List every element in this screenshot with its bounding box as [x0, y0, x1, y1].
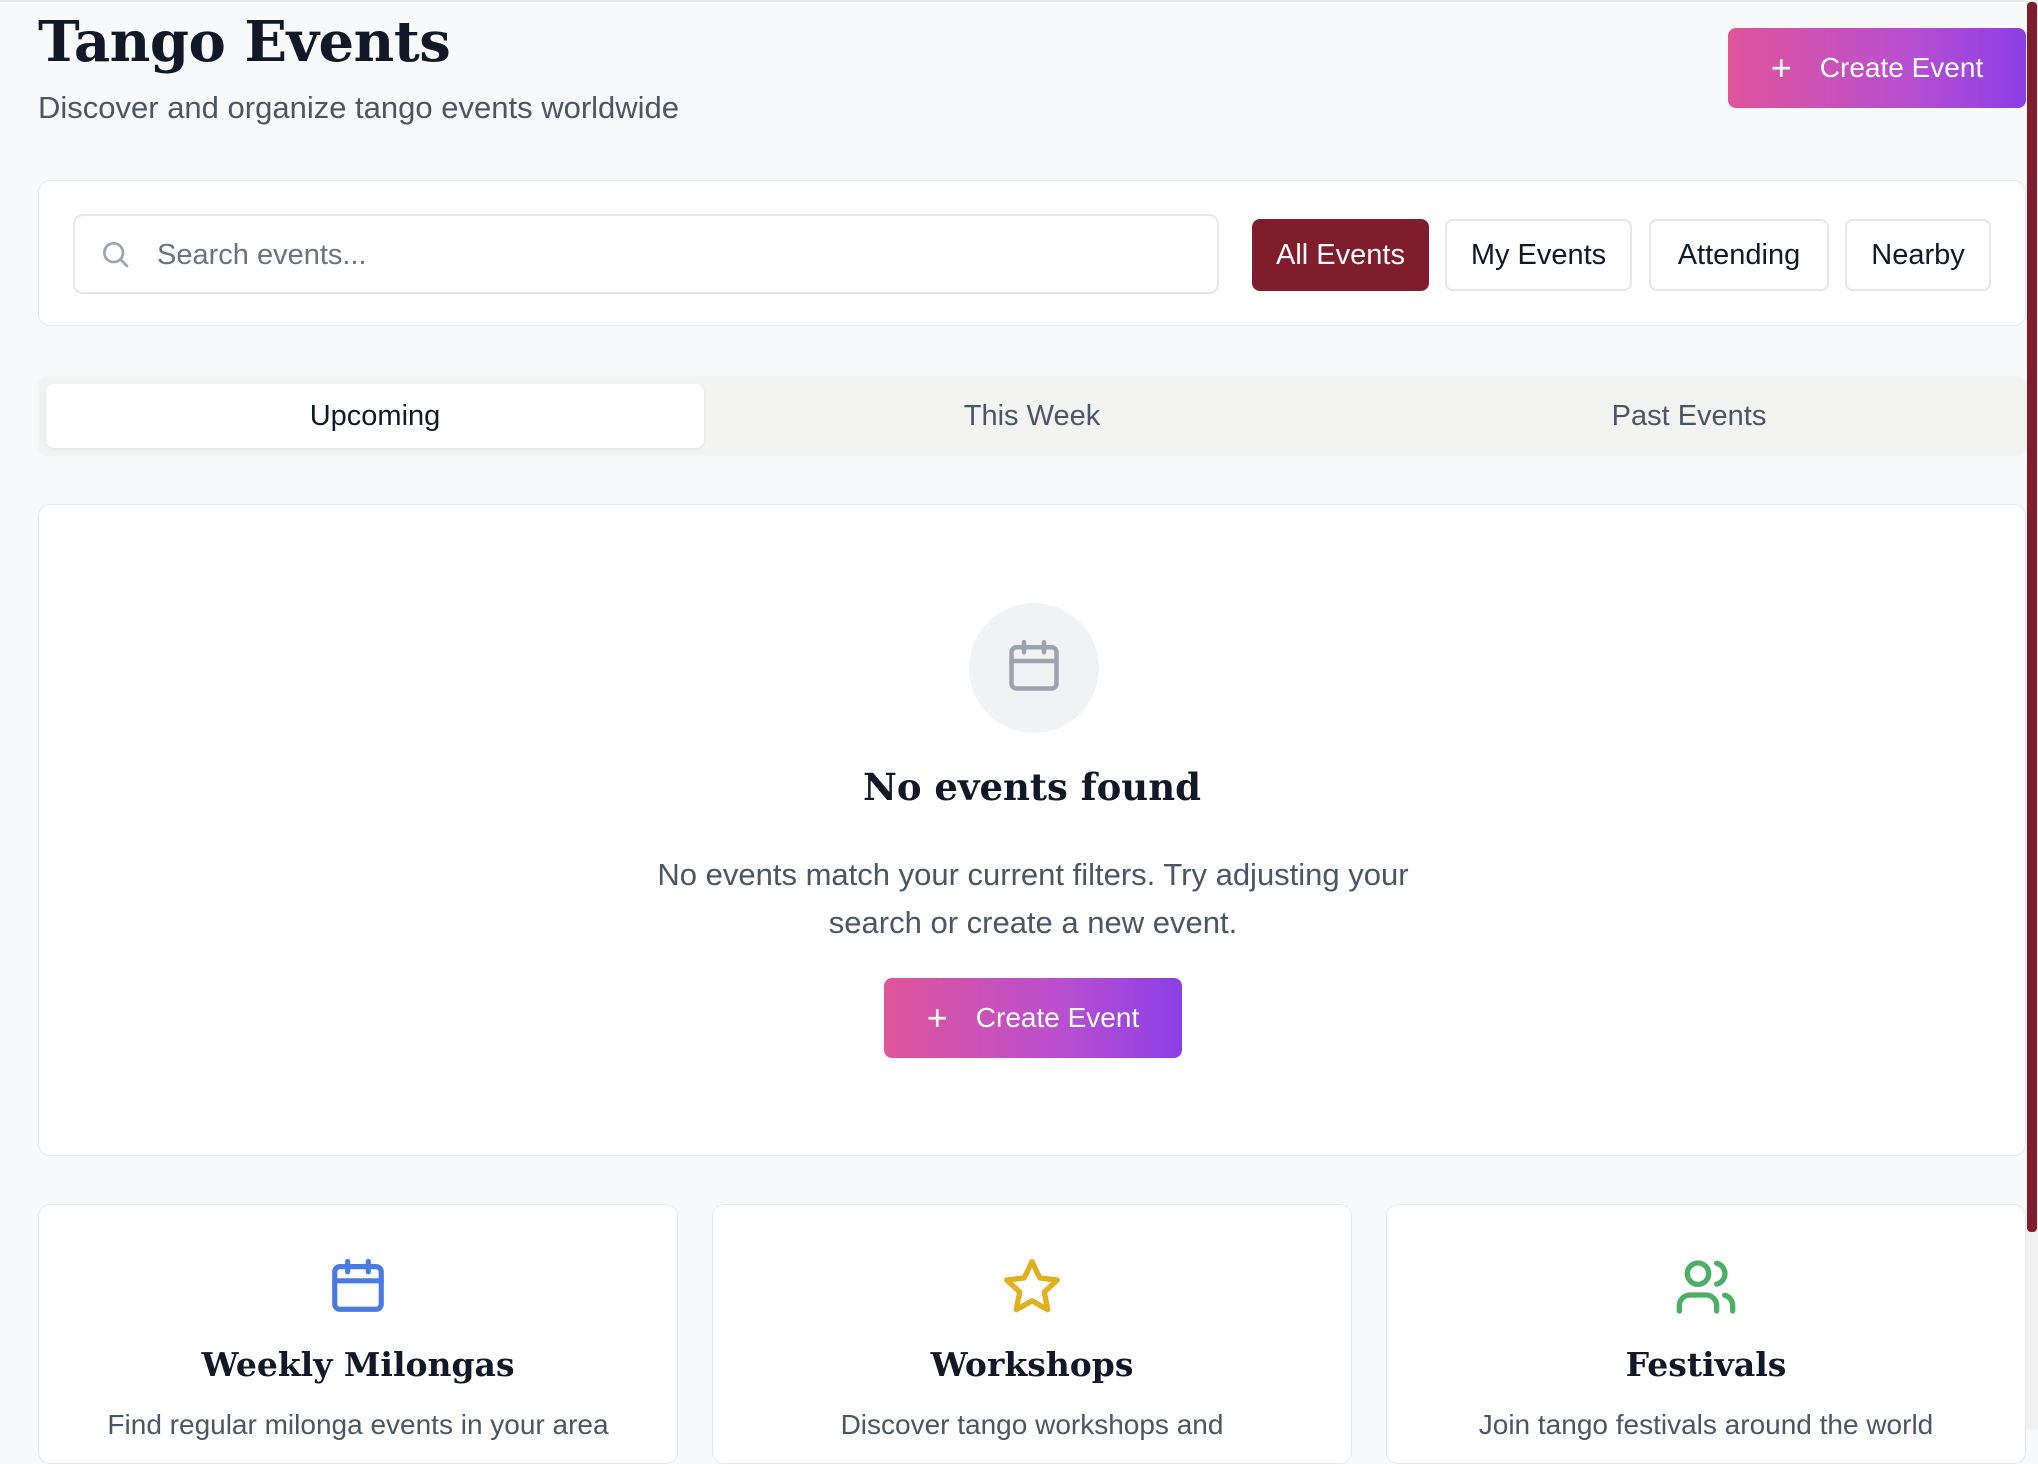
filter-my-events[interactable]: My Events [1445, 219, 1632, 291]
empty-state-card: No events found No events match your cur… [38, 504, 2026, 1156]
search-box[interactable] [73, 214, 1219, 294]
filter-all-events-label: All Events [1276, 238, 1405, 271]
feature-card-weekly-milongas[interactable]: Weekly Milongas Find regular milonga eve… [38, 1204, 678, 1464]
event-tabs: Upcoming This Week Past Events [38, 376, 2026, 456]
users-icon [1674, 1255, 1738, 1324]
filter-nearby[interactable]: Nearby [1845, 219, 1991, 291]
filter-my-events-label: My Events [1470, 238, 1607, 271]
tab-past-events[interactable]: Past Events [1360, 384, 2018, 448]
feature-description: Find regular milonga events in your area [107, 1409, 609, 1440]
create-event-button[interactable]: + Create Event [1728, 28, 2026, 108]
create-event-label: Create Event [1819, 52, 1984, 83]
feature-description: Join tango festivals around the world [1478, 1409, 1934, 1440]
feature-title: Festivals [1625, 1345, 1787, 1384]
plus-icon: + [1770, 47, 1792, 88]
feature-title: Workshops [930, 1345, 1134, 1384]
tab-this-week[interactable]: This Week [703, 384, 1361, 448]
feature-title: Weekly Milongas [201, 1345, 515, 1384]
filter-attending[interactable]: Attending [1649, 219, 1829, 291]
plus-icon: + [926, 997, 948, 1038]
tab-past-events-label: Past Events [1611, 399, 1767, 432]
calendar-icon [1004, 636, 1064, 701]
search-icon [99, 238, 131, 275]
scrollbar-thumb[interactable] [2027, 2, 2037, 1232]
filter-card: All Events My Events Attending Nearby [38, 180, 2026, 326]
page-title: Tango Events [38, 9, 451, 75]
search-input[interactable] [155, 228, 1199, 282]
calendar-icon [327, 1255, 389, 1322]
empty-create-event-button[interactable]: + Create Event [884, 978, 1182, 1058]
feature-card-festivals[interactable]: Festivals Join tango festivals around th… [1386, 1204, 2026, 1464]
filter-all-events[interactable]: All Events [1252, 219, 1429, 291]
tab-upcoming[interactable]: Upcoming [46, 384, 704, 448]
empty-state-title: No events found [863, 765, 1201, 809]
filter-nearby-label: Nearby [1871, 238, 1965, 271]
filter-attending-label: Attending [1677, 238, 1801, 271]
top-border [0, 0, 2026, 2]
empty-create-event-label: Create Event [975, 1002, 1140, 1033]
empty-state-icon-circle [969, 603, 1099, 733]
tab-this-week-label: This Week [963, 399, 1101, 432]
empty-state-text: No events match your current filters. Tr… [657, 857, 1409, 940]
page-subtitle: Discover and organize tango events world… [38, 90, 680, 125]
feature-card-workshops[interactable]: Workshops Discover tango workshops and [712, 1204, 1352, 1464]
feature-description: Discover tango workshops and [840, 1409, 1224, 1440]
star-icon [1000, 1255, 1064, 1324]
tab-upcoming-label: Upcoming [309, 399, 441, 432]
